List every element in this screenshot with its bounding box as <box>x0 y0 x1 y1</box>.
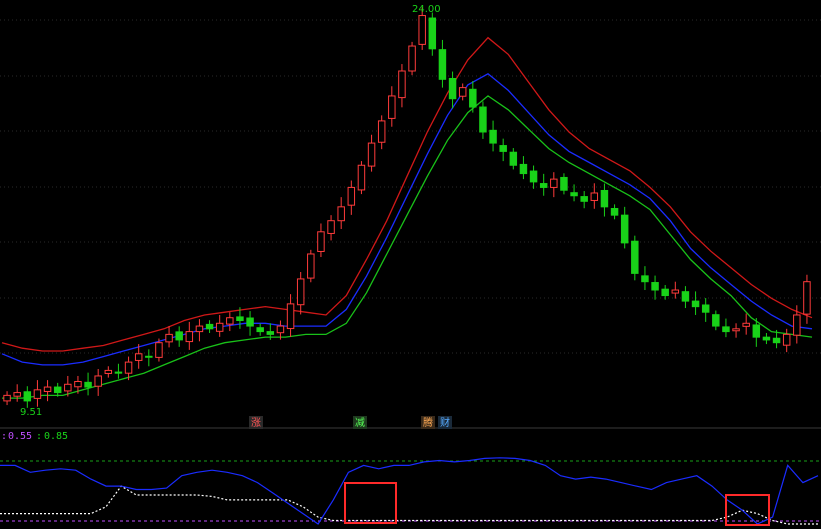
candle-body <box>742 322 750 327</box>
candle-body <box>104 369 113 374</box>
candle-body <box>53 386 62 394</box>
candle-body <box>448 77 457 100</box>
candle-body <box>570 192 578 197</box>
candle-body <box>782 333 791 346</box>
marker-text: 涨 <box>251 417 261 429</box>
candle-body <box>620 214 629 244</box>
candle-body <box>580 196 588 202</box>
candle-body <box>560 176 568 191</box>
price-low-label: 9.51 <box>20 407 42 418</box>
candle-body <box>539 183 548 188</box>
candle-body <box>590 192 599 201</box>
candle-body <box>762 336 771 341</box>
price-high-label: 24.00 <box>412 4 441 15</box>
candle-body <box>388 95 396 119</box>
candle-body <box>722 326 730 333</box>
candle-body <box>772 337 781 344</box>
candle-body <box>458 87 467 97</box>
candle-body <box>134 353 143 361</box>
candle-body <box>681 291 690 302</box>
indicator-value-1: 0.55 <box>8 431 32 442</box>
candle-body <box>408 45 416 72</box>
candle-body <box>691 300 700 308</box>
candle-body <box>509 151 518 166</box>
candle-body <box>651 282 659 291</box>
candle-body <box>519 163 528 175</box>
candle-body <box>84 381 92 388</box>
candle-body <box>327 220 335 234</box>
indicator-value-2: 0.85 <box>44 431 68 442</box>
candle-body <box>438 49 447 80</box>
marker-text: 减 <box>355 417 365 429</box>
candle-body <box>64 383 72 392</box>
candle-body <box>377 120 386 143</box>
candle-body <box>317 231 325 252</box>
candle-body <box>529 170 538 183</box>
candle-body <box>276 325 285 334</box>
candle-body <box>641 275 649 283</box>
indicator-prefix: : <box>1 431 7 442</box>
candle-body <box>13 392 21 397</box>
candle-body <box>94 375 102 387</box>
candle-body <box>23 391 32 402</box>
candle-body <box>185 331 194 343</box>
candle-body <box>195 325 204 333</box>
candle-body <box>418 15 426 45</box>
candle-body <box>246 317 254 327</box>
candle-body <box>205 323 214 330</box>
candle-body <box>74 381 82 388</box>
candle-body <box>3 394 11 402</box>
candle-body <box>671 289 680 294</box>
candle-body <box>803 281 811 315</box>
chart-background <box>0 0 821 529</box>
candle-body <box>600 189 609 208</box>
candle-body <box>124 361 133 374</box>
candle-body <box>752 324 761 338</box>
candle-body <box>337 206 345 222</box>
candle-body <box>33 389 42 399</box>
marker-text: 财 <box>440 416 450 429</box>
indicator-separator: : <box>36 431 42 442</box>
candle-body <box>226 317 234 325</box>
candle-body <box>398 70 406 99</box>
candle-body <box>793 314 801 336</box>
candle-body <box>661 288 669 297</box>
candle-body <box>236 316 244 322</box>
candle-body <box>712 314 720 327</box>
candle-body <box>550 178 558 188</box>
candle-body <box>428 17 437 50</box>
candle-body <box>701 304 710 313</box>
candle-body <box>610 208 619 216</box>
candle-body <box>256 327 264 333</box>
candle-body <box>489 129 497 144</box>
candle-body <box>114 371 123 374</box>
candle-body <box>145 355 153 358</box>
candle-body <box>286 303 295 330</box>
marker-text: 腾 <box>423 416 433 429</box>
candle-body <box>307 253 315 279</box>
candle-body <box>155 342 163 358</box>
candle-body <box>347 186 356 206</box>
candle-body <box>215 322 224 332</box>
candle-body <box>631 240 639 274</box>
candle-body <box>479 106 487 133</box>
candle-body <box>499 145 507 152</box>
candle-body <box>296 278 305 306</box>
candle-body <box>732 328 740 332</box>
candle-body <box>175 331 183 341</box>
candle-body <box>165 333 173 343</box>
candle-body <box>367 142 376 167</box>
candle-body <box>469 88 477 108</box>
candle-body <box>43 386 52 392</box>
stock-chart: 24.00 9.51 : 0.55 : 0.85 涨 减 腾财 <box>0 0 821 529</box>
candle-body <box>266 331 275 335</box>
candle-body <box>357 164 366 191</box>
